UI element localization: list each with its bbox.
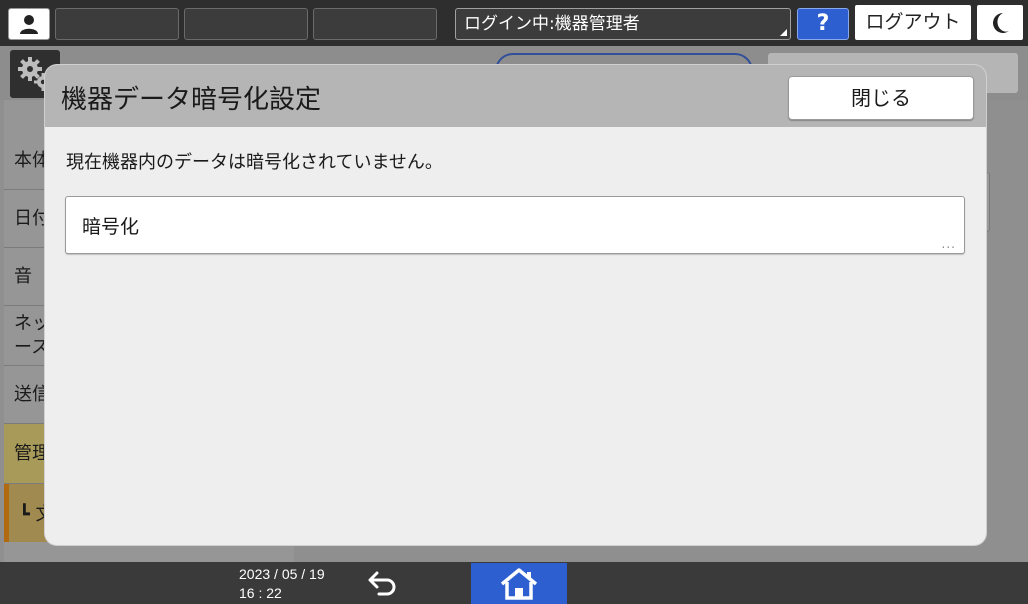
moon-icon	[993, 12, 1009, 33]
date-text: 2023 / 05 / 19	[239, 566, 325, 582]
screen: ログイン中:機器管理者 ? ログアウト 本体 日付 音 ネッ ース 送信 管理 …	[0, 0, 1028, 604]
logout-button[interactable]: ログアウト	[855, 5, 971, 40]
shortcut-slot-3[interactable]	[313, 8, 437, 40]
dropdown-corner-icon	[780, 29, 787, 36]
encryption-status-text: 現在機器内のデータは暗号化されていません。	[66, 152, 443, 173]
sidebar-item-label-line2: ース	[14, 336, 50, 358]
shortcut-slot-1[interactable]	[55, 8, 179, 40]
help-button[interactable]: ?	[797, 8, 849, 40]
sidebar-item-label: 音	[14, 265, 32, 287]
shortcut-slot-2[interactable]	[184, 8, 308, 40]
time-text: 16 : 22	[239, 585, 282, 601]
close-button[interactable]: 閉じる	[788, 76, 974, 120]
dialog-title: 機器データ暗号化設定	[61, 85, 322, 115]
back-button[interactable]	[360, 565, 406, 601]
back-arrow-icon	[368, 571, 396, 596]
encrypt-button-label: 暗号化	[82, 216, 140, 238]
dialog-header: 機器データ暗号化設定 閉じる	[45, 65, 986, 127]
energy-saver-button[interactable]	[977, 5, 1023, 40]
encryption-settings-dialog: 機器データ暗号化設定 閉じる 現在機器内のデータは暗号化されていません。 暗号化…	[45, 65, 986, 545]
home-button[interactable]	[471, 563, 567, 604]
encrypt-button[interactable]: 暗号化 ...	[65, 196, 965, 254]
login-status-select[interactable]: ログイン中:機器管理者	[455, 8, 791, 40]
user-button[interactable]	[8, 8, 50, 40]
top-bar: ログイン中:機器管理者 ? ログアウト	[0, 0, 1028, 46]
home-icon	[500, 567, 538, 600]
more-indicator-icon: ...	[941, 237, 956, 251]
login-status-text: ログイン中:機器管理者	[464, 14, 640, 34]
user-icon	[20, 15, 38, 34]
date-time-display: 2023 / 05 / 19 16 : 22	[239, 565, 325, 603]
